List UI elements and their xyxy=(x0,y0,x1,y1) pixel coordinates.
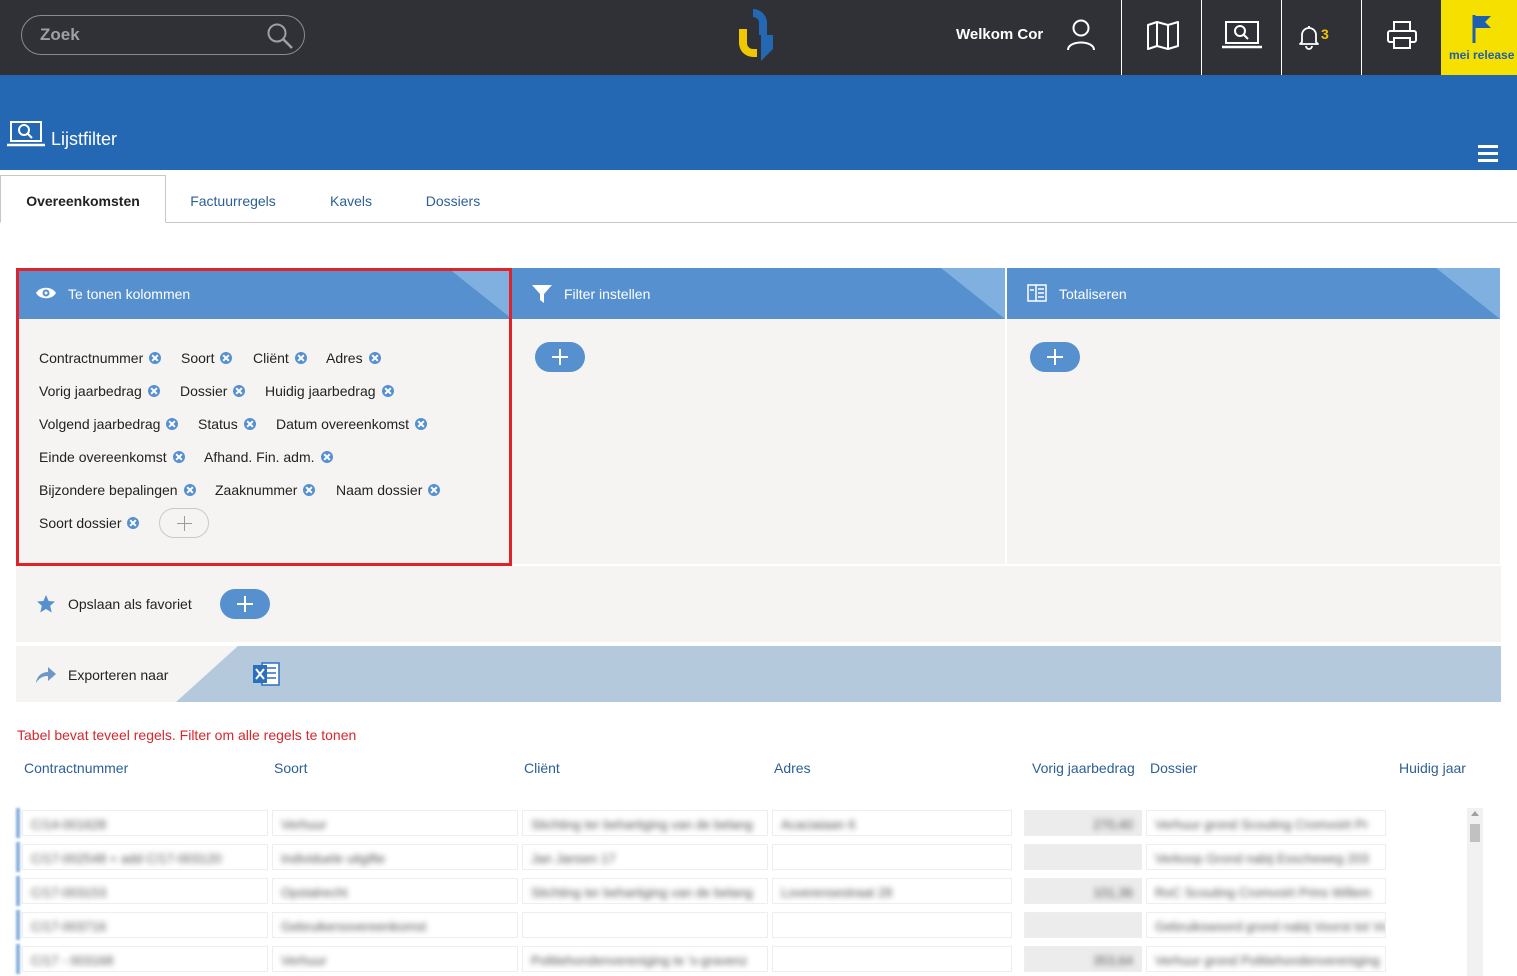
remove-icon[interactable] xyxy=(243,418,256,430)
notification-count: 3 xyxy=(1321,26,1329,42)
save-favorite-row: Opslaan als favoriet xyxy=(16,566,1501,642)
table-row[interactable]: C/17-003716 Gebruikersovereenkomst Gebru… xyxy=(16,910,1406,940)
column-chip: Volgend jaarbedrag xyxy=(39,416,179,432)
tab-overeenkomsten[interactable]: Overeenkomsten xyxy=(0,175,166,223)
remove-icon[interactable] xyxy=(172,451,185,463)
page-header: Lijstfilter xyxy=(0,75,1517,170)
printer-icon xyxy=(1387,21,1417,49)
remove-icon[interactable] xyxy=(149,352,162,364)
filter-panel-title: Filter instellen xyxy=(564,286,651,302)
search-icon[interactable] xyxy=(266,22,294,50)
column-chip: Bijzondere bepalingen xyxy=(39,482,196,498)
filter-panel: Filter instellen xyxy=(512,268,1005,564)
remove-icon[interactable] xyxy=(294,352,307,364)
column-chip: Datum overeenkomst xyxy=(276,416,428,432)
tab-kavels[interactable]: Kavels xyxy=(310,175,392,223)
column-chip: Afhand. Fin. adm. xyxy=(204,449,333,465)
totals-panel-title: Totaliseren xyxy=(1059,286,1127,302)
filter-panel-header: Filter instellen xyxy=(512,268,1005,319)
table-header: Contractnummer Soort Cliënt Adres Vorig … xyxy=(0,760,1517,784)
column-chip: Dossier xyxy=(180,383,246,399)
add-column-button[interactable] xyxy=(159,508,209,538)
remove-icon[interactable] xyxy=(147,385,160,397)
search-input[interactable] xyxy=(40,24,260,46)
column-chip: Einde overeenkomst xyxy=(39,449,185,465)
share-arrow-icon xyxy=(36,667,56,683)
remove-icon[interactable] xyxy=(166,418,179,430)
column-header[interactable]: Huidig jaar xyxy=(1399,760,1466,776)
column-header[interactable]: Adres xyxy=(774,760,811,776)
map-button[interactable] xyxy=(1121,0,1201,75)
remove-icon[interactable] xyxy=(368,352,381,364)
remove-icon[interactable] xyxy=(183,484,196,496)
table-row[interactable]: C/17-002548 + add C/17-003120 Individuel… xyxy=(16,842,1406,872)
tab-bar: Overeenkomsten Factuurregels Kavels Doss… xyxy=(0,175,1517,223)
map-icon xyxy=(1147,21,1179,50)
table-body: C/14-001628 Verhuur Stichting ter behart… xyxy=(16,808,1466,976)
remove-icon[interactable] xyxy=(220,352,233,364)
laptop-search-icon xyxy=(7,121,45,147)
column-header[interactable]: Vorig jaarbedrag xyxy=(1032,760,1135,776)
save-favorite-label: Opslaan als favoriet xyxy=(68,596,192,612)
calculator-icon xyxy=(1027,284,1047,302)
totals-panel-header: Totaliseren xyxy=(1007,268,1500,319)
print-button[interactable] xyxy=(1361,0,1441,75)
table-scrollbar[interactable] xyxy=(1467,808,1483,976)
page-title: Lijstfilter xyxy=(51,129,118,149)
scroll-up-arrow-icon[interactable] xyxy=(1471,811,1479,816)
too-many-rows-warning: Tabel bevat teveel regels. Filter om all… xyxy=(17,727,357,743)
release-label: mei release xyxy=(1449,48,1515,62)
table-row[interactable]: C/17-003153 Opstalrecht Stichting ter be… xyxy=(16,876,1406,906)
add-total-button[interactable] xyxy=(1030,342,1080,372)
remove-icon[interactable] xyxy=(320,451,333,463)
tab-factuurregels[interactable]: Factuurregels xyxy=(166,175,300,223)
column-chip: Adres xyxy=(326,350,381,366)
column-chip: Cliënt xyxy=(253,350,307,366)
column-header[interactable]: Soort xyxy=(274,760,307,776)
search-box[interactable] xyxy=(21,15,305,55)
app-logo[interactable] xyxy=(737,5,777,61)
bell-icon xyxy=(1299,26,1319,50)
remove-icon[interactable] xyxy=(428,484,441,496)
hamburger-menu-icon[interactable] xyxy=(1478,145,1498,162)
export-label: Exporteren naar xyxy=(68,667,169,683)
column-header[interactable]: Dossier xyxy=(1150,760,1197,776)
column-chip: Status xyxy=(198,416,256,432)
column-chip: Contractnummer xyxy=(39,350,162,366)
release-notes-button[interactable]: mei release xyxy=(1441,0,1517,75)
user-icon[interactable] xyxy=(1066,19,1096,51)
add-filter-button[interactable] xyxy=(535,342,585,372)
list-filter-button[interactable] xyxy=(1201,0,1281,75)
column-header[interactable]: Cliënt xyxy=(524,760,560,776)
export-row: Exporteren naar xyxy=(16,646,1501,702)
star-icon xyxy=(37,595,55,613)
remove-icon[interactable] xyxy=(303,484,316,496)
funnel-icon xyxy=(532,285,552,303)
column-header[interactable]: Contractnummer xyxy=(24,760,128,776)
save-favorite-button[interactable] xyxy=(220,589,270,619)
table-row[interactable]: C/14-001628 Verhuur Stichting ter behart… xyxy=(16,808,1406,838)
top-bar: Welkom Cor 3 xyxy=(0,0,1517,75)
column-chip: Naam dossier xyxy=(336,482,441,498)
column-chip: Vorig jaarbedrag xyxy=(39,383,160,399)
laptop-search-icon xyxy=(1222,21,1262,49)
column-chip: Zaaknummer xyxy=(215,482,316,498)
remove-icon[interactable] xyxy=(127,517,140,529)
table-row[interactable]: C/17 - 003168 Verhuur Politiehondenveren… xyxy=(16,944,1406,974)
remove-icon[interactable] xyxy=(233,385,246,397)
totals-panel: Totaliseren xyxy=(1007,268,1500,564)
column-chip: Soort dossier xyxy=(39,515,140,531)
remove-icon[interactable] xyxy=(381,385,394,397)
tab-dossiers[interactable]: Dossiers xyxy=(410,175,496,223)
welcome-text: Welkom Cor xyxy=(956,26,1044,43)
column-chip: Soort xyxy=(181,350,233,366)
column-chip: Huidig jaarbedrag xyxy=(265,383,394,399)
scrollbar-thumb[interactable] xyxy=(1470,824,1480,842)
flag-icon xyxy=(1472,15,1491,43)
excel-icon[interactable] xyxy=(252,661,280,687)
remove-icon[interactable] xyxy=(415,418,428,430)
